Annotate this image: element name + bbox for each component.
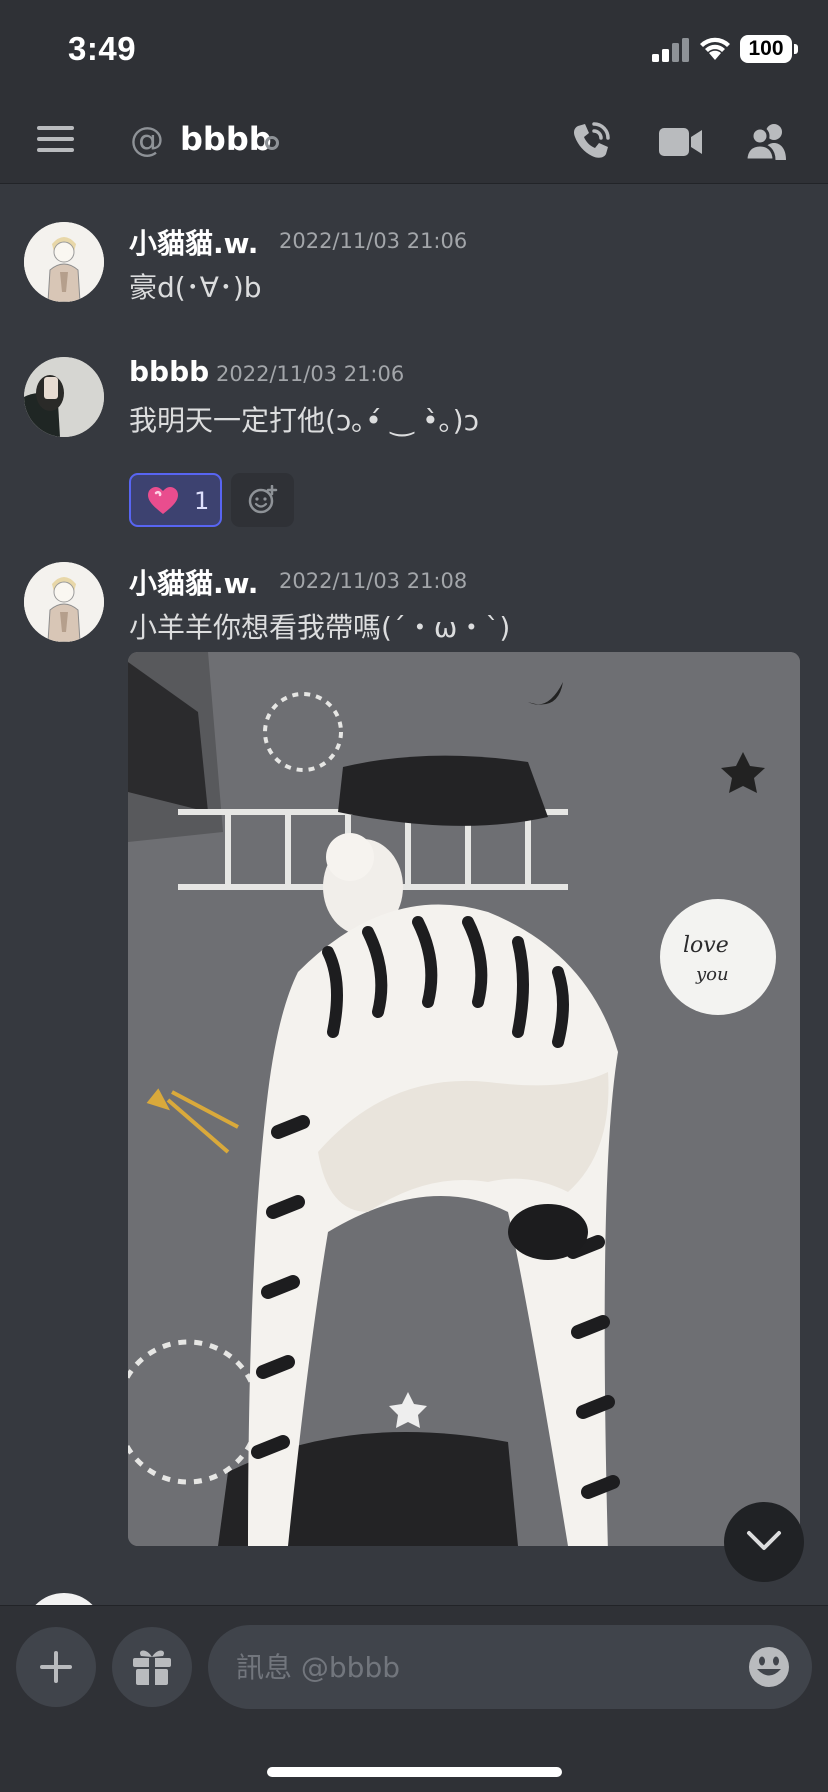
channel-header: @ bbbb bbox=[0, 100, 828, 184]
image-attachment[interactable]: love you bbox=[128, 652, 800, 1546]
gift-icon bbox=[133, 1650, 171, 1685]
video-call-icon[interactable] bbox=[659, 126, 703, 158]
message-timestamp: 2022/11/03 21:06 bbox=[279, 229, 468, 253]
chevron-down-icon bbox=[747, 1531, 781, 1550]
attach-button[interactable] bbox=[16, 1627, 96, 1707]
channel-name: bbbb bbox=[180, 120, 272, 158]
menu-icon[interactable] bbox=[37, 126, 74, 156]
jump-to-bottom-button[interactable] bbox=[724, 1502, 804, 1582]
reaction-count: 1 bbox=[194, 487, 210, 515]
avatar[interactable] bbox=[24, 1593, 104, 1605]
message-username[interactable]: 小貓貓.w. bbox=[129, 562, 258, 602]
reaction-pill[interactable]: 1 bbox=[129, 473, 222, 527]
message-content: 豪d(･∀･)b bbox=[129, 271, 262, 304]
home-indicator[interactable] bbox=[267, 1767, 562, 1777]
emoji-icon[interactable] bbox=[748, 1646, 790, 1688]
svg-text:love: love bbox=[683, 933, 729, 958]
status-bar: 3:49 100 bbox=[0, 0, 828, 100]
message-content: 我明天一定打他(ↄ｡•́ ‿ •̀｡)ↄ bbox=[129, 404, 479, 437]
message-timestamp: 2022/11/03 21:08 bbox=[279, 569, 468, 593]
message-username[interactable]: 小貓貓.w. bbox=[129, 222, 258, 262]
avatar[interactable] bbox=[24, 222, 104, 302]
offline-status-icon bbox=[265, 136, 279, 150]
message-list[interactable]: 小貓貓.w. 2022/11/03 21:06 豪d(･∀･)b bbbb 20… bbox=[0, 185, 828, 1605]
avatar[interactable] bbox=[24, 562, 104, 642]
avatar[interactable] bbox=[24, 357, 104, 437]
add-reaction-button[interactable] bbox=[231, 473, 294, 527]
gift-button[interactable] bbox=[112, 1627, 192, 1707]
heart-icon bbox=[148, 487, 178, 514]
at-sign-icon: @ bbox=[130, 120, 164, 160]
message-input[interactable] bbox=[208, 1625, 812, 1709]
status-time: 3:49 bbox=[68, 30, 137, 67]
battery-indicator: 100 bbox=[740, 35, 792, 63]
tiger-hat-photo: love you bbox=[128, 652, 800, 1546]
message-username[interactable]: bbbb bbox=[129, 355, 209, 388]
plus-icon bbox=[40, 1651, 72, 1683]
member-list-icon[interactable] bbox=[746, 122, 790, 162]
add-reaction-icon bbox=[248, 485, 278, 514]
wifi-icon bbox=[700, 37, 730, 60]
message-content: 小羊羊你想看我帶嗎(´・ω・`) bbox=[129, 611, 511, 644]
cellular-signal-icon bbox=[652, 38, 689, 62]
battery-nub bbox=[794, 44, 798, 54]
voice-call-icon[interactable] bbox=[570, 120, 612, 162]
message-timestamp: 2022/11/03 21:06 bbox=[216, 362, 405, 386]
message-composer bbox=[0, 1605, 828, 1792]
svg-text:you: you bbox=[695, 964, 729, 985]
